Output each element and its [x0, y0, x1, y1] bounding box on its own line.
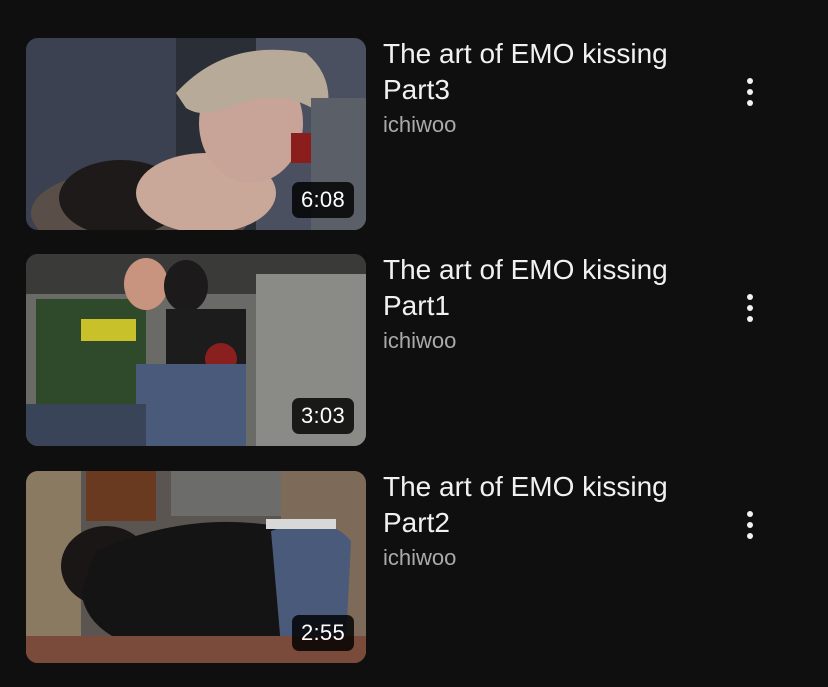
video-title[interactable]: The art of EMO kissing Part1	[383, 252, 723, 324]
menu-dot	[747, 511, 753, 517]
channel-name[interactable]: ichiwoo	[383, 110, 723, 140]
channel-name[interactable]: ichiwoo	[383, 543, 723, 573]
video-title[interactable]: The art of EMO kissing Part2	[383, 469, 723, 541]
menu-dot	[747, 100, 753, 106]
video-title[interactable]: The art of EMO kissing Part3	[383, 36, 723, 108]
menu-dot	[747, 89, 753, 95]
more-vert-icon[interactable]	[728, 280, 772, 336]
video-info: The art of EMO kissing Part2 ichiwoo	[383, 469, 723, 573]
more-vert-icon[interactable]	[728, 64, 772, 120]
video-item[interactable]: 3:03 The art of EMO kissing Part1 ichiwo…	[0, 252, 828, 452]
menu-dot	[747, 533, 753, 539]
video-thumbnail[interactable]: 3:03	[26, 254, 366, 446]
video-duration: 3:03	[291, 398, 354, 434]
video-info: The art of EMO kissing Part1 ichiwoo	[383, 252, 723, 356]
menu-dot	[747, 294, 753, 300]
video-item[interactable]: 2:55 The art of EMO kissing Part2 ichiwo…	[0, 469, 828, 669]
video-thumbnail[interactable]: 6:08	[26, 38, 366, 230]
menu-dot	[747, 78, 753, 84]
more-vert-icon[interactable]	[728, 497, 772, 553]
menu-dot	[747, 316, 753, 322]
menu-dot	[747, 305, 753, 311]
video-info: The art of EMO kissing Part3 ichiwoo	[383, 36, 723, 140]
video-duration: 2:55	[291, 615, 354, 651]
channel-name[interactable]: ichiwoo	[383, 326, 723, 356]
video-list: 6:08 The art of EMO kissing Part3 ichiwo…	[0, 0, 828, 687]
menu-dot	[747, 522, 753, 528]
video-duration: 6:08	[291, 182, 354, 218]
video-thumbnail[interactable]: 2:55	[26, 471, 366, 663]
video-item[interactable]: 6:08 The art of EMO kissing Part3 ichiwo…	[0, 36, 828, 236]
